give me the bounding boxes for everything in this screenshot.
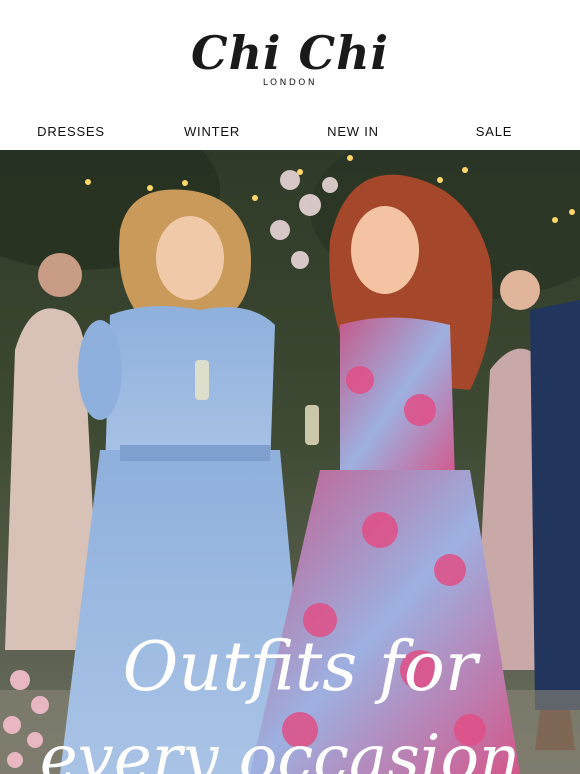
hero-headline-line1: Outfits for — [123, 628, 481, 707]
brand-tagline: LONDON — [262, 78, 318, 88]
main-nav: DRESSES WINTER NEW IN SALE — [0, 124, 580, 144]
hero-image: Outfits for every occasion — [0, 150, 580, 774]
nav-item-winter[interactable]: WINTER — [184, 124, 240, 139]
email-header: Chi Chi LONDON — [0, 0, 580, 120]
nav-item-dresses[interactable]: DRESSES — [37, 124, 105, 139]
brand-logo[interactable]: Chi Chi LONDON — [0, 30, 580, 88]
hero-banner[interactable]: Outfits for every occasion — [0, 150, 580, 774]
brand-name: Chi Chi — [190, 26, 390, 80]
hero-headline-line2: every occasion — [40, 722, 520, 774]
nav-item-sale[interactable]: SALE — [476, 124, 512, 139]
nav-item-new-in[interactable]: NEW IN — [327, 124, 379, 139]
